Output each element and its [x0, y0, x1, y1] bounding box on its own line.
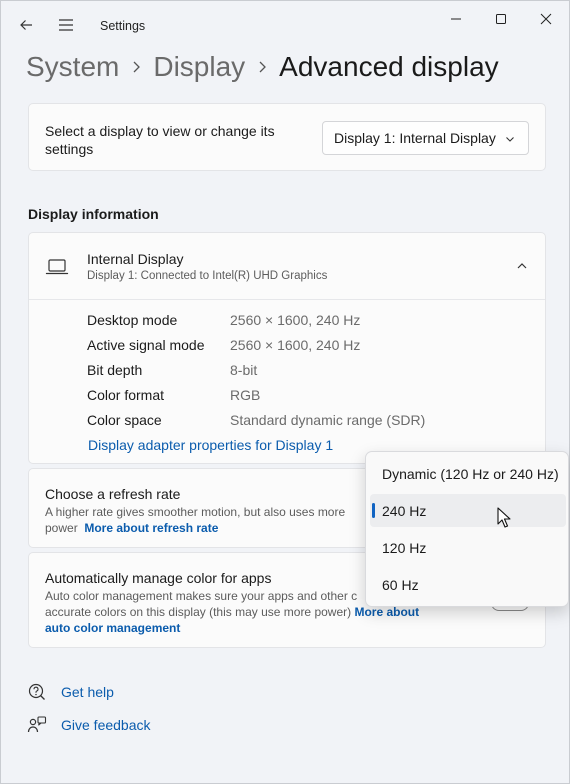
info-value: 2560 × 1600, 240 Hz — [230, 337, 361, 353]
give-feedback-link[interactable]: Give feedback — [27, 715, 151, 735]
chevron-down-icon — [504, 132, 516, 148]
info-key: Color format — [87, 387, 165, 403]
mouse-cursor-icon — [497, 507, 511, 529]
get-help-label: Get help — [61, 684, 114, 700]
laptop-icon — [45, 257, 69, 277]
refresh-rate-flyout: Dynamic (120 Hz or 240 Hz) 240 Hz 120 Hz… — [365, 451, 569, 607]
breadcrumb-display[interactable]: Display — [153, 51, 245, 83]
refresh-option-240[interactable]: 240 Hz — [370, 494, 566, 527]
page-title: Advanced display — [279, 51, 499, 82]
info-value: Standard dynamic range (SDR) — [230, 412, 426, 428]
hamburger-menu-icon[interactable] — [52, 11, 80, 39]
breadcrumb: System Display Advanced display — [26, 47, 499, 87]
display-dropdown-value: Display 1: Internal Display — [334, 130, 496, 146]
minimize-icon[interactable] — [433, 5, 479, 33]
refresh-option-240-label: 240 Hz — [382, 502, 427, 519]
chevron-right-icon — [119, 52, 153, 82]
color-desc-line2: accurate colors on this display (this ma… — [45, 605, 352, 619]
refresh-option-60[interactable]: 60 Hz — [370, 568, 566, 601]
feedback-icon — [27, 715, 47, 735]
maximize-icon[interactable] — [478, 5, 524, 33]
refresh-option-dynamic[interactable]: Dynamic (120 Hz or 240 Hz) — [370, 457, 566, 490]
select-display-card: Select a display to view or change its s… — [28, 103, 546, 171]
info-value: RGB — [230, 387, 261, 403]
help-icon — [27, 682, 47, 702]
back-arrow-icon[interactable] — [12, 11, 40, 39]
display-adapter-properties-link[interactable]: Display adapter properties for Display 1 — [88, 437, 333, 453]
display-info-header[interactable]: Internal Display Display 1: Connected to… — [29, 233, 545, 300]
settings-window: Settings System Display Advanced display… — [0, 0, 570, 784]
chevron-up-icon[interactable] — [515, 259, 529, 278]
refresh-rate-desc-line2: power — [45, 521, 78, 535]
refresh-rate-title: Choose a refresh rate — [45, 486, 181, 502]
display-info-card: Internal Display Display 1: Connected to… — [28, 232, 546, 464]
refresh-rate-description: A higher rate gives smoother motion, but… — [45, 504, 375, 536]
refresh-rate-desc-line1: A higher rate gives smoother motion, but… — [45, 505, 346, 519]
display-dropdown[interactable]: Display 1: Internal Display — [322, 121, 529, 155]
display-connection: Display 1: Connected to Intel(R) UHD Gra… — [87, 270, 328, 282]
give-feedback-label: Give feedback — [61, 717, 151, 733]
info-value: 8-bit — [230, 362, 258, 378]
display-information-heading: Display information — [28, 206, 159, 222]
select-display-label: Select a display to view or change its s… — [45, 123, 275, 157]
refresh-option-120[interactable]: 120 Hz — [370, 531, 566, 564]
selection-indicator — [372, 503, 375, 518]
chevron-right-icon — [245, 52, 279, 82]
auto-color-management-link[interactable]: auto color management — [45, 620, 445, 636]
info-key: Desktop mode — [87, 312, 178, 328]
get-help-link[interactable]: Get help — [27, 682, 114, 702]
window-title: Settings — [100, 19, 146, 33]
color-management-title: Automatically manage color for apps — [45, 570, 272, 586]
title-bar: Settings — [1, 1, 570, 49]
breadcrumb-system[interactable]: System — [26, 51, 119, 83]
display-name: Internal Display — [87, 251, 184, 267]
info-key: Bit depth — [87, 362, 143, 378]
info-value: 2560 × 1600, 240 Hz — [230, 312, 361, 328]
more-about-color-link[interactable]: More about — [354, 605, 419, 619]
more-about-refresh-rate-link[interactable]: More about refresh rate — [84, 521, 218, 535]
info-key: Color space — [87, 412, 162, 428]
close-icon[interactable] — [523, 5, 569, 33]
info-key: Active signal mode — [87, 337, 205, 353]
